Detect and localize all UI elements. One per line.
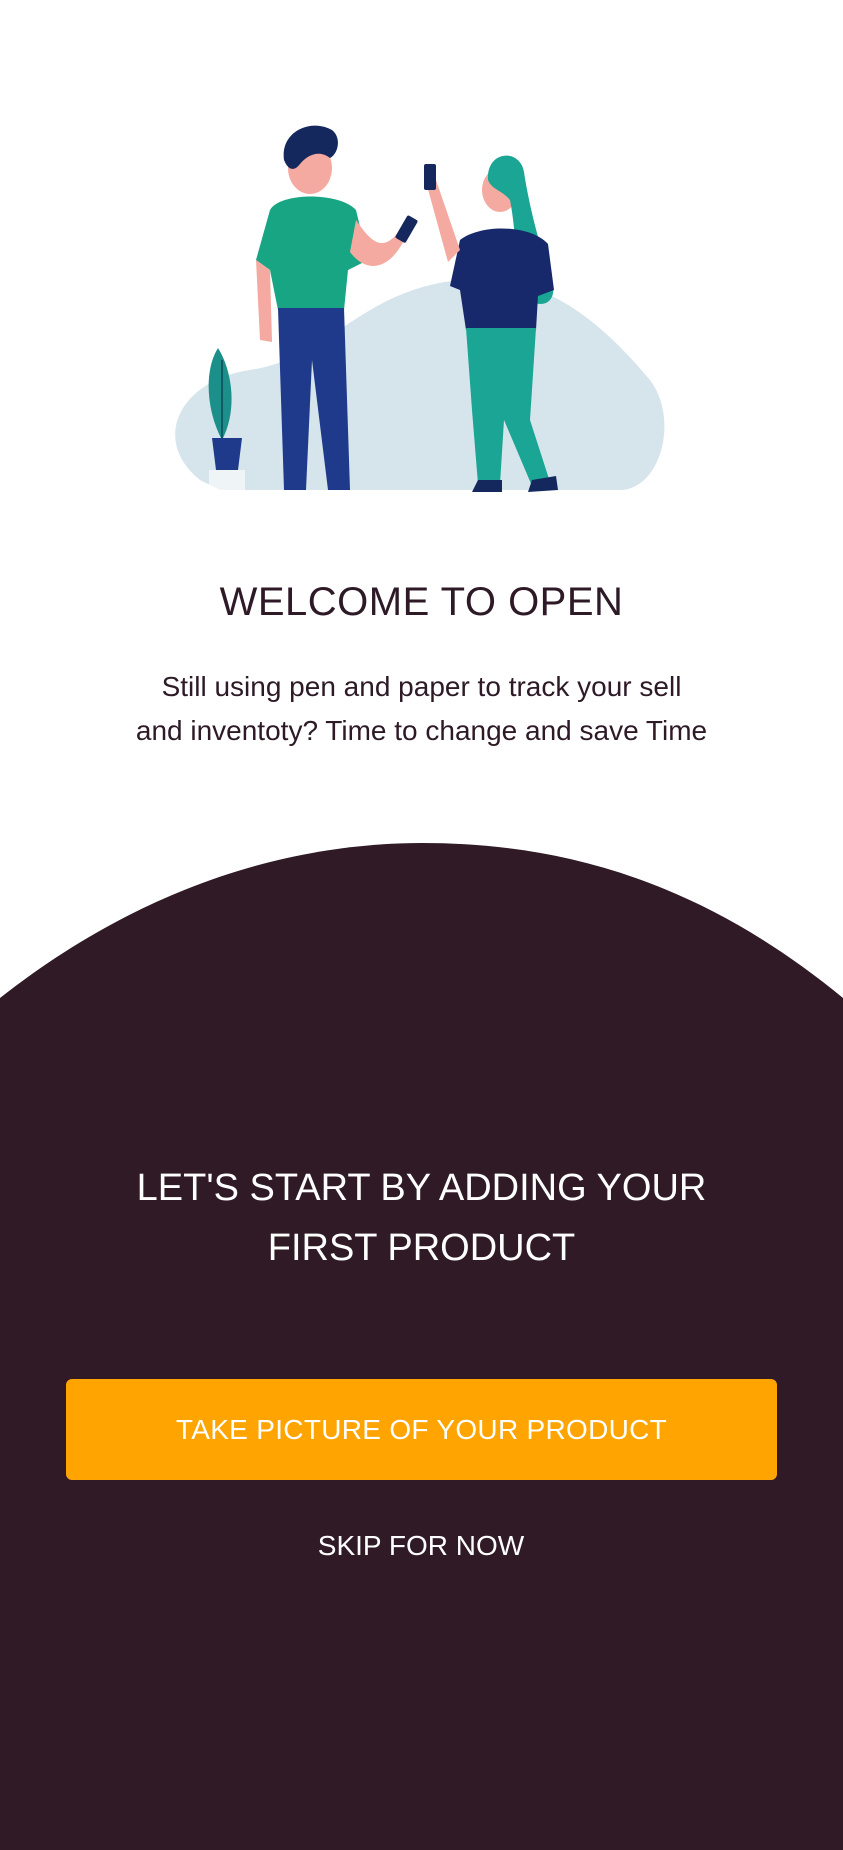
add-product-heading-line-1: LET'S START BY ADDING YOUR [136,1167,707,1209]
welcome-description-line-1: Still using pen and paper to track your … [161,671,682,702]
welcome-description: Still using pen and paper to track your … [100,665,743,753]
welcome-description-line-2: and inventoty? Time to change and save T… [135,715,708,746]
welcome-title: WELCOME TO OPEN [219,580,624,624]
add-product-heading: LET'S START BY ADDING YOUR FIRST PRODUCT [80,1158,763,1278]
welcome-illustration [160,120,680,500]
two-people-with-phones-illustration [175,125,665,492]
take-picture-button[interactable]: TAKE PICTURE OF YOUR PRODUCT [66,1379,777,1480]
add-product-heading-line-2: FIRST PRODUCT [267,1227,576,1269]
onboarding-screen: WELCOME TO OPEN Still using pen and pape… [0,0,843,1850]
skip-for-now-button[interactable]: SKIP FOR NOW [221,1516,621,1576]
